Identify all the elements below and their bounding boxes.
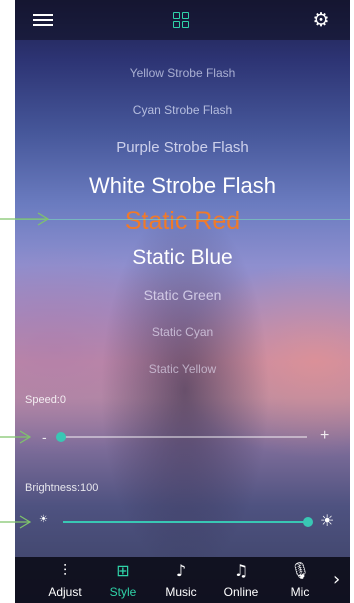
nav-music[interactable]: ♪ Music — [151, 557, 211, 603]
style-item[interactable]: Static Blue — [15, 246, 350, 270]
online-music-icon: ♫ — [233, 561, 249, 580]
style-item-selected[interactable]: Static Red — [15, 207, 350, 236]
style-screen: ⚙ Yellow Strobe Flash Cyan Strobe Flash … — [15, 0, 350, 603]
top-bar: ⚙ — [15, 0, 350, 40]
nav-style[interactable]: ⊞ Style — [93, 557, 153, 603]
sun-large-icon: ☀ — [320, 511, 335, 530]
annotation-arrow — [0, 430, 32, 444]
brightness-label: Brightness:100 — [25, 482, 99, 494]
app-screen: ⚙ Yellow Strobe Flash Cyan Strobe Flash … — [0, 0, 354, 603]
selection-line — [15, 219, 350, 220]
list-menu-icon[interactable] — [33, 12, 53, 28]
bottom-nav: ⫶ Adjust ⊞ Style ♪ Music ♫ Online 🎙 Mic … — [15, 557, 350, 603]
style-item[interactable]: Static Cyan — [15, 325, 350, 339]
speed-min-label: - — [42, 429, 47, 445]
nav-label: Online — [223, 585, 259, 599]
nav-mic[interactable]: 🎙 Mic — [270, 557, 330, 603]
gear-icon[interactable]: ⚙ — [311, 9, 331, 31]
chevron-right-icon[interactable]: › — [333, 569, 347, 591]
style-item[interactable]: Static Green — [15, 287, 350, 303]
style-item[interactable]: Static Yellow — [15, 362, 350, 376]
style-item[interactable]: White Strobe Flash — [15, 173, 350, 199]
style-item[interactable]: Yellow Strobe Flash — [15, 66, 350, 80]
annotation-arrow — [0, 212, 50, 226]
grid-icon: ⊞ — [116, 561, 130, 580]
speed-max-label: + — [320, 427, 330, 444]
microphone-icon: 🎙 — [289, 561, 311, 580]
speed-label: Speed:0 — [25, 394, 66, 406]
grid-icon[interactable] — [173, 12, 189, 28]
speed-slider-thumb[interactable] — [56, 432, 66, 442]
speed-track[interactable] — [59, 436, 307, 438]
annotation-arrow — [0, 515, 32, 529]
brightness-fill — [63, 521, 309, 523]
nav-label: Mic — [290, 585, 310, 599]
sun-small-icon: ☀ — [39, 514, 48, 525]
nav-label: Music — [165, 585, 197, 599]
music-icon: ♪ — [175, 561, 187, 580]
style-item[interactable]: Cyan Strobe Flash — [15, 103, 350, 117]
sliders-icon: ⫶ — [62, 561, 67, 580]
brightness-slider-thumb[interactable] — [303, 517, 313, 527]
nav-adjust[interactable]: ⫶ Adjust — [35, 557, 95, 603]
nav-online[interactable]: ♫ Online — [211, 557, 271, 603]
style-item[interactable]: Purple Strobe Flash — [15, 139, 350, 156]
nav-label: Adjust — [48, 585, 82, 599]
nav-label: Style — [109, 585, 137, 599]
